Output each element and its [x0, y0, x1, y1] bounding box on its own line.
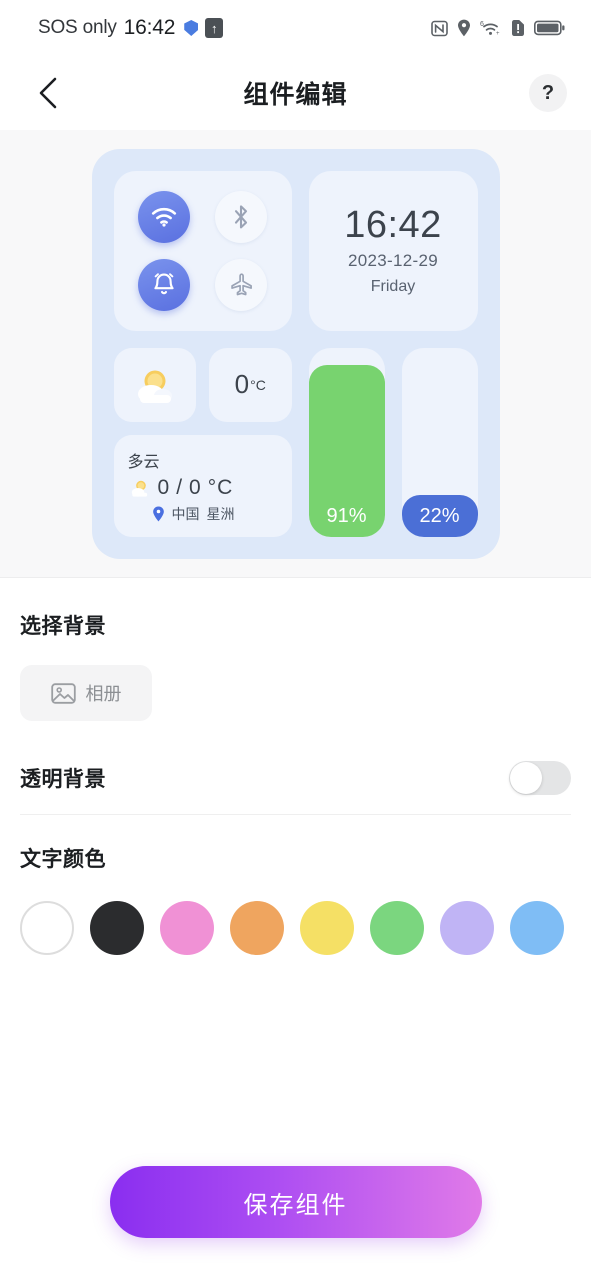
bluetooth-icon	[234, 204, 248, 228]
shield-icon	[184, 20, 199, 36]
transparent-background-label: 透明背景	[20, 767, 106, 791]
sun-behind-cloud-small-icon	[131, 480, 147, 497]
sim-alert-icon	[512, 20, 524, 36]
clock-card: 16:42 2023-12-29 Friday	[308, 170, 478, 331]
page-title: 组件编辑	[243, 81, 348, 109]
save-widget-button[interactable]: 保存组件	[109, 1166, 482, 1238]
weather-top-row: 0 °C	[113, 347, 292, 422]
weather-icon-card	[113, 347, 196, 422]
navigation-bar: 组件编辑 ?	[0, 56, 591, 130]
settings-panel: 选择背景 相册 透明背景 文字颜色	[0, 578, 591, 955]
background-section: 选择背景 相册	[20, 578, 571, 721]
battery-bar-label: 91%	[326, 504, 367, 527]
status-bar-right: 6 +	[431, 19, 565, 37]
location-pin-icon	[152, 506, 164, 521]
text-color-swatch-yellow[interactable]	[300, 901, 354, 955]
status-time: 16:42	[123, 16, 176, 39]
help-button[interactable]: ?	[529, 74, 567, 112]
wifi-6-icon: 6 +	[480, 21, 500, 37]
battery-bar-track: 91%	[308, 347, 385, 537]
text-color-swatch-pink[interactable]	[160, 901, 214, 955]
text-color-section-title: 文字颜色	[20, 848, 106, 871]
weather-temp-unit: °C	[250, 376, 266, 393]
weather-temp-card: 0 °C	[209, 347, 292, 422]
alarm-toggle[interactable]	[138, 258, 190, 311]
widget-bottom-row: 0 °C 多云 0 / 0 °C 中国 星洲 91% 22%	[113, 347, 478, 537]
bell-icon	[154, 273, 174, 295]
save-button-container: 保存组件	[0, 1166, 591, 1238]
text-color-section: 文字颜色	[20, 815, 571, 955]
toggle-knob	[510, 761, 542, 794]
transparent-background-toggle[interactable]	[509, 760, 571, 795]
weather-detail-card: 多云 0 / 0 °C 中国 星洲	[113, 434, 292, 537]
text-color-swatch-green[interactable]	[370, 901, 424, 955]
airplane-toggle[interactable]	[215, 258, 267, 311]
album-picker-button[interactable]: 相册	[20, 665, 152, 721]
weather-range-unit: °C	[207, 475, 234, 499]
widget-preview[interactable]: 16:42 2023-12-29 Friday 0 °C 多云 0 / 0 °C…	[91, 148, 500, 559]
nfc-icon	[431, 20, 448, 36]
weather-range-sep: /	[176, 475, 184, 499]
status-bar: SOS only 16:42 ↑ 6 +	[0, 0, 591, 56]
storage-bar-fill: 22%	[401, 494, 478, 537]
clock-date: 2023-12-29	[348, 250, 438, 270]
wifi-toggle[interactable]	[138, 190, 190, 243]
progress-bars-column: 91% 22%	[308, 347, 478, 537]
chevron-left-icon	[39, 77, 57, 109]
weather-condition: 多云	[127, 453, 160, 471]
location-icon	[458, 19, 470, 37]
text-color-swatch-list	[20, 901, 571, 955]
back-button[interactable]	[26, 71, 70, 115]
widget-preview-area: 16:42 2023-12-29 Friday 0 °C 多云 0 / 0 °C…	[0, 130, 591, 578]
battery-icon	[534, 20, 565, 36]
status-bar-left: SOS only 16:42 ↑	[38, 16, 224, 40]
upload-arrow-icon: ↑	[205, 18, 224, 38]
weather-range-low: 0	[157, 475, 171, 499]
carrier-label: SOS only	[38, 17, 117, 38]
svg-text:+: +	[496, 31, 500, 37]
bluetooth-toggle[interactable]	[215, 190, 267, 243]
weather-range-high: 0	[189, 475, 202, 499]
weather-temperature: 0	[234, 369, 250, 399]
weather-city: 星洲	[206, 505, 235, 522]
widget-top-row: 16:42 2023-12-29 Friday	[113, 170, 478, 331]
quick-toggles-card	[113, 170, 292, 331]
storage-bar-track: 22%	[401, 347, 478, 537]
airplane-icon	[230, 273, 252, 296]
clock-weekday: Friday	[370, 277, 416, 295]
image-icon	[50, 682, 76, 704]
text-color-swatch-sky-blue[interactable]	[510, 901, 564, 955]
storage-bar-label: 22%	[419, 504, 460, 527]
text-color-swatch-black[interactable]	[90, 901, 144, 955]
wifi-icon	[151, 207, 177, 227]
album-button-label: 相册	[85, 684, 122, 704]
background-section-title: 选择背景	[20, 615, 106, 638]
weather-country: 中国	[171, 505, 200, 522]
text-color-swatch-orange[interactable]	[230, 901, 284, 955]
text-color-swatch-lavender[interactable]	[440, 901, 494, 955]
sun-behind-cloud-icon	[137, 370, 172, 403]
transparent-background-row: 透明背景	[20, 760, 571, 815]
battery-bar-fill: 91%	[308, 364, 385, 537]
weather-location: 中国 星洲	[128, 504, 278, 524]
weather-column: 0 °C 多云 0 / 0 °C 中国 星洲	[113, 347, 292, 537]
text-color-swatch-white[interactable]	[20, 901, 74, 955]
weather-range: 0 / 0 °C	[128, 476, 278, 500]
clock-time: 16:42	[344, 203, 442, 246]
